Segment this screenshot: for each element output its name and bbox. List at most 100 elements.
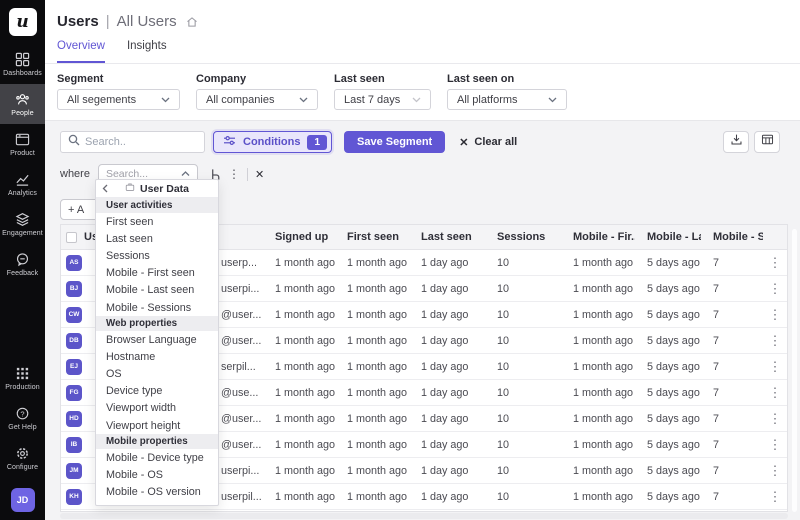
mobile-last-seen-cell: 5 days ago xyxy=(635,361,701,373)
sidebar-item-get-help[interactable]: ? Get Help xyxy=(0,398,45,438)
sidebar-item-configure[interactable]: Configure xyxy=(0,438,45,478)
sessions-cell: 10 xyxy=(485,283,561,295)
table-row[interactable]: LLLarry Lopez1 month ago1 month ago1 day… xyxy=(61,510,787,512)
sliders-icon xyxy=(223,135,236,149)
user-search-input[interactable]: Search.. xyxy=(60,131,205,153)
field-dropdown-title: User Data xyxy=(140,183,189,195)
gear-icon xyxy=(15,446,30,461)
page-header: Users | All Users xyxy=(45,0,800,30)
search-icon xyxy=(68,133,80,151)
tab-insights[interactable]: Insights xyxy=(127,40,167,64)
dropdown-item[interactable]: Browser Language xyxy=(96,331,218,348)
dropdown-item[interactable]: Mobile - Last seen xyxy=(96,282,218,299)
where-label: where xyxy=(60,168,90,180)
user-avatar[interactable]: JD xyxy=(11,488,35,512)
sidebar-item-production[interactable]: Production xyxy=(0,358,45,398)
sessions-cell: 10 xyxy=(485,413,561,425)
close-icon: ✕ xyxy=(459,136,468,149)
avatar: HD xyxy=(66,411,82,427)
last-seen-cell: 1 day ago xyxy=(409,491,485,503)
signed-up-cell: 1 month ago xyxy=(263,309,335,321)
people-icon xyxy=(15,92,30,107)
last-seen-select[interactable]: Last 7 days xyxy=(334,89,431,110)
sidebar-item-dashboards[interactable]: Dashboards xyxy=(0,44,45,84)
horizontal-scrollbar[interactable] xyxy=(60,513,788,519)
row-menu-button[interactable]: ⋮ xyxy=(769,385,782,400)
user-avatar-initials: JD xyxy=(17,495,29,505)
row-actions-cell: ⋮ xyxy=(763,489,787,505)
sessions-cell: 10 xyxy=(485,465,561,477)
row-menu-button[interactable]: ⋮ xyxy=(769,333,782,348)
app-logo[interactable]: u xyxy=(9,8,37,36)
mobile-first-seen-cell: 1 month ago xyxy=(561,491,635,503)
dropdown-item[interactable]: Mobile - Sessions xyxy=(96,299,218,316)
row-menu-button[interactable]: ⋮ xyxy=(769,255,782,270)
help-icon: ? xyxy=(15,406,30,421)
last-seen-on-select[interactable]: All platforms xyxy=(447,89,567,110)
column-header: Sessions xyxy=(485,231,561,243)
sidebar-item-label: Configure xyxy=(7,464,38,471)
dropdown-item[interactable]: Mobile - OS xyxy=(96,466,218,483)
save-segment-button[interactable]: Save Segment xyxy=(344,131,445,153)
condition-options-icon[interactable]: ⋮ xyxy=(228,168,240,180)
last-seen-cell: 1 day ago xyxy=(409,283,485,295)
sidebar-item-people[interactable]: People xyxy=(0,84,45,124)
dropdown-item[interactable]: Mobile - First seen xyxy=(96,265,218,282)
chevron-left-icon[interactable] xyxy=(102,184,109,193)
row-menu-button[interactable]: ⋮ xyxy=(769,463,782,478)
columns-button[interactable] xyxy=(754,131,780,153)
column-header: Mobile - Ses.. xyxy=(701,231,763,243)
clear-all-button[interactable]: ✕ Clear all xyxy=(459,136,517,149)
row-menu-button[interactable]: ⋮ xyxy=(769,307,782,322)
chevron-down-icon xyxy=(548,94,557,106)
last-seen-select-value: Last 7 days xyxy=(344,94,400,106)
filter-bar: Segment All segements Company All compan… xyxy=(45,64,800,110)
dropdown-item[interactable]: First seen xyxy=(96,213,218,230)
first-seen-cell: 1 month ago xyxy=(335,439,409,451)
dropdown-group-header: User activities xyxy=(96,198,218,213)
sidebar-item-label: Product xyxy=(10,150,35,157)
dropdown-item[interactable]: Device type xyxy=(96,383,218,400)
segment-select[interactable]: All segements xyxy=(57,89,180,110)
row-menu-button[interactable]: ⋮ xyxy=(769,437,782,452)
column-header: Last seen xyxy=(409,231,485,243)
dropdown-item[interactable]: Hostname xyxy=(96,348,218,365)
tab-overview[interactable]: Overview xyxy=(57,40,105,64)
home-icon[interactable] xyxy=(186,16,198,28)
sessions-cell: 10 xyxy=(485,361,561,373)
dropdown-item[interactable]: Mobile - Device type xyxy=(96,449,218,466)
row-menu-button[interactable]: ⋮ xyxy=(769,359,782,374)
row-menu-button[interactable]: ⋮ xyxy=(769,281,782,296)
field-dropdown-header: User Data xyxy=(96,180,218,198)
filter-company: Company All companies xyxy=(196,73,318,110)
mobile-sessions-cell: 7 xyxy=(701,491,763,503)
row-actions-cell: ⋮ xyxy=(763,463,787,479)
mobile-sessions-cell: 7 xyxy=(701,283,763,295)
sidebar-item-engagement[interactable]: Engagement xyxy=(0,204,45,244)
row-menu-button[interactable]: ⋮ xyxy=(769,489,782,504)
sidebar-item-feedback[interactable]: Feedback xyxy=(0,244,45,284)
engagement-icon xyxy=(15,212,30,227)
mobile-last-seen-cell: 5 days ago xyxy=(635,309,701,321)
dropdown-item[interactable]: Sessions xyxy=(96,247,218,264)
remove-condition-icon[interactable]: ✕ xyxy=(255,168,264,181)
row-menu-button[interactable]: ⋮ xyxy=(769,411,782,426)
dropdown-item[interactable]: OS xyxy=(96,366,218,383)
dropdown-item[interactable]: Viewport height xyxy=(96,417,218,434)
sidebar-item-analytics[interactable]: Analytics xyxy=(0,164,45,204)
sidebar-item-product[interactable]: Product xyxy=(0,124,45,164)
download-button[interactable] xyxy=(723,131,749,153)
dropdown-item[interactable]: Viewport width xyxy=(96,400,218,417)
company-select[interactable]: All companies xyxy=(196,89,318,110)
last-seen-cell: 1 day ago xyxy=(409,335,485,347)
dropdown-group-header: Web properties xyxy=(96,316,218,331)
table-actions xyxy=(723,131,780,153)
dropdown-item[interactable]: Mobile - OS version xyxy=(96,484,218,501)
last-seen-on-select-value: All platforms xyxy=(457,94,518,106)
mobile-sessions-cell: 7 xyxy=(701,439,763,451)
select-all-checkbox[interactable] xyxy=(66,232,77,243)
vertical-scrollbar[interactable] xyxy=(792,229,797,512)
signed-up-cell: 1 month ago xyxy=(263,413,335,425)
conditions-button[interactable]: Conditions 1 xyxy=(213,131,332,153)
dropdown-item[interactable]: Last seen xyxy=(96,230,218,247)
